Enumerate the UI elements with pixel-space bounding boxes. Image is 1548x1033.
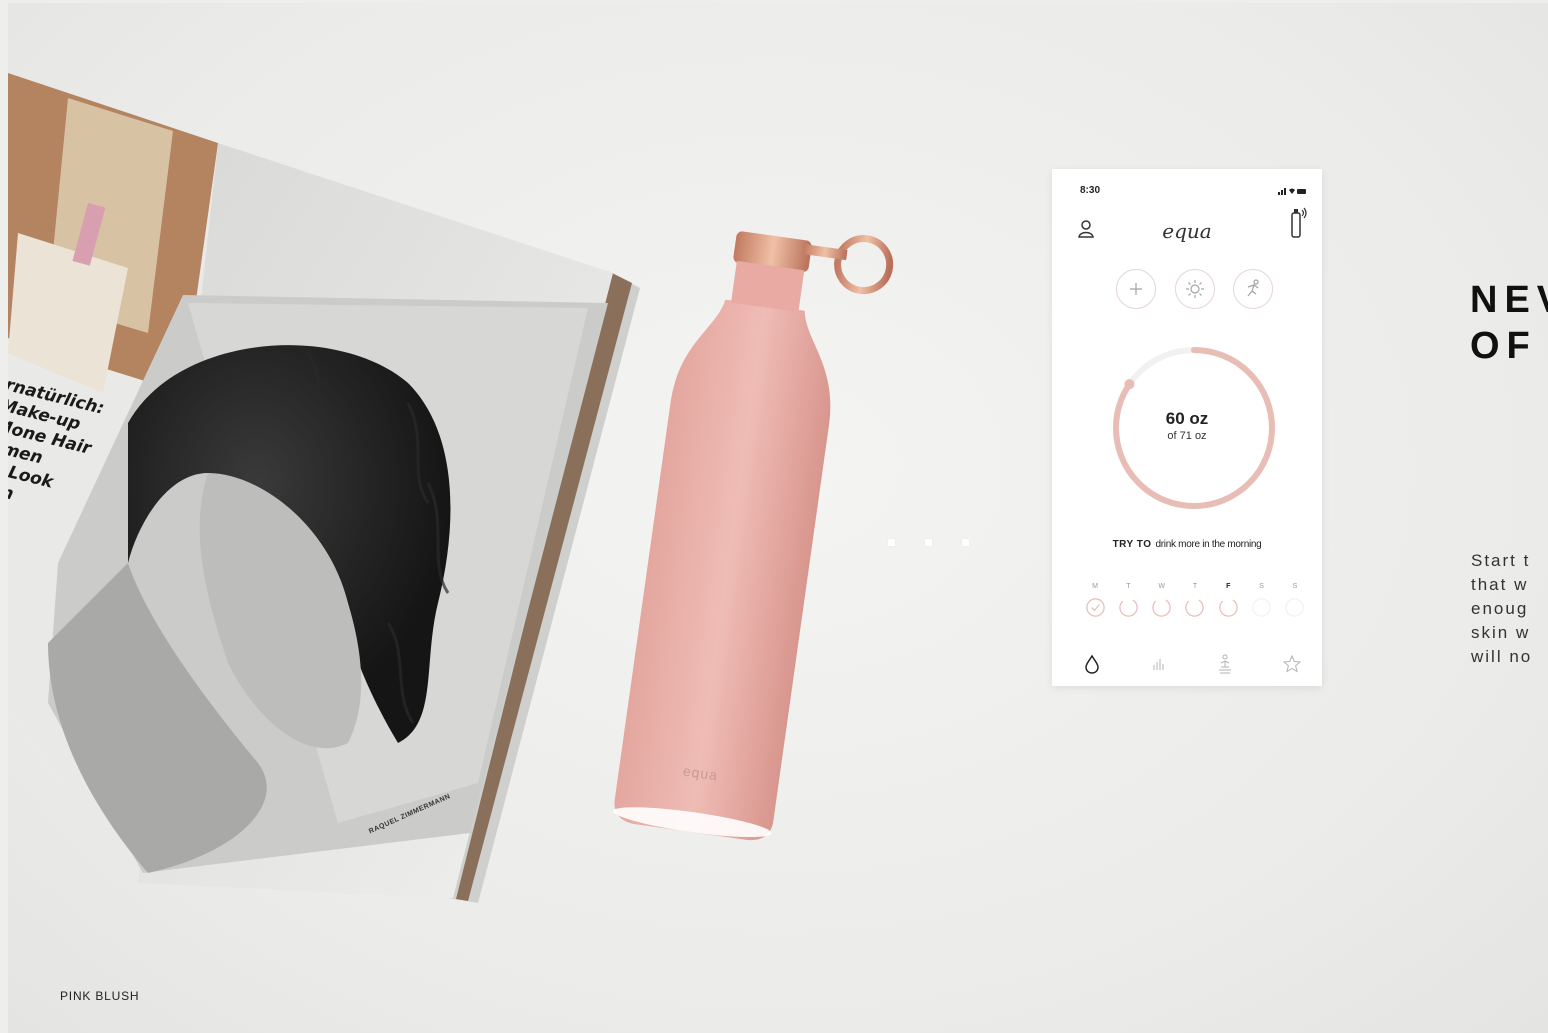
day-progress-icon [1285,598,1305,617]
day-2[interactable]: W [1151,583,1173,623]
app-screen: 8:30 equa 60 oz of 71 oz TRY TO drink mo… [1052,169,1322,686]
nav-rewards[interactable] [1280,653,1304,675]
smart-bottle-image [613,231,894,841]
weekly-tracker: MTWTFSS [1084,583,1306,623]
day-3[interactable]: T [1184,583,1206,623]
stats-icon [1153,659,1164,670]
day-label: T [1192,583,1198,590]
weather-button[interactable] [1175,269,1215,309]
meditation-icon [1219,654,1232,674]
intake-progress-knob[interactable] [1124,379,1135,390]
activity-button[interactable] [1233,269,1273,309]
day-progress-icon [1152,598,1171,617]
day-label: F [1226,583,1231,590]
add-drink-button[interactable] [1116,269,1156,309]
day-progress-icon [1219,598,1238,617]
connection-dot [925,539,932,546]
nav-hydration[interactable] [1080,653,1104,675]
day-6[interactable]: S [1284,583,1306,623]
intake-value: 60 oz [1165,409,1209,428]
day-label: T [1126,583,1131,590]
plus-icon [1130,283,1142,295]
product-hero: rnatürlich: Make-up Mone Hair umen ly-Lo… [8,3,1548,1033]
day-progress-icon [1119,598,1138,617]
day-label: W [1158,583,1165,590]
connection-dots [888,539,969,546]
headline: NEV OF [1470,279,1548,367]
connection-dot [888,539,895,546]
status-time: 8:30 [1080,185,1101,196]
day-5[interactable]: S [1251,583,1273,623]
day-4[interactable]: F [1217,583,1239,623]
day-progress-icon [1252,598,1271,617]
day-1[interactable]: T [1117,583,1139,623]
connection-dot [962,539,969,546]
day-label: S [1259,583,1264,590]
day-progress-icon [1185,598,1205,617]
bottom-nav [1080,653,1304,675]
day-label: M [1092,583,1098,590]
bottle-connect-icon[interactable] [1288,207,1308,241]
intake-goal: of 71 oz [1167,430,1207,442]
sun-icon [1186,280,1204,298]
nav-stats[interactable] [1147,653,1171,675]
tip-text: drink more in the morning [1155,539,1262,550]
app-logo: equa [1162,219,1212,243]
drop-icon [1085,654,1099,674]
nav-wellness[interactable] [1213,653,1237,675]
activity-icon [1247,279,1259,297]
hydration-tip: TRY TO drink more in the morning [1052,539,1322,550]
day-progress-icon [1085,598,1105,617]
day-label: S [1292,583,1298,590]
tip-label: TRY TO [1112,539,1152,550]
status-icons [1278,188,1306,195]
day-0[interactable]: M [1084,583,1106,623]
color-caption: PINK BLUSH [60,989,140,1003]
star-icon [1282,655,1301,673]
body-copy: Start t that w enoug skin w will no [1471,551,1533,666]
